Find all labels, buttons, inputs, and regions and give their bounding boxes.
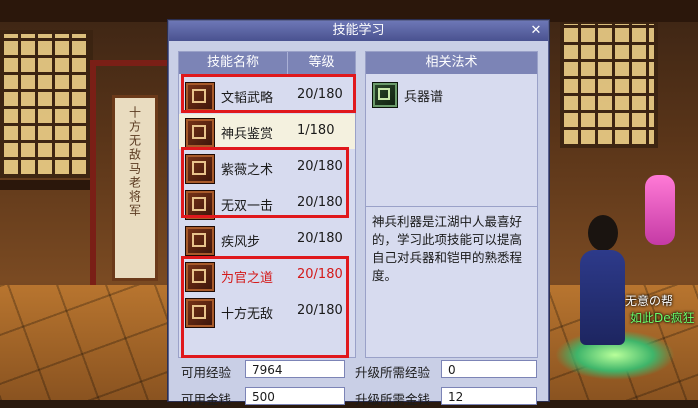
sign-text: 十方无敌马老将军 (127, 106, 142, 218)
npc-name-label-1: 无意の帮 (625, 294, 674, 308)
hanging-scroll-sign: 十方无敌马老将军 (112, 95, 158, 281)
dialog-titlebar[interactable]: 技能学习 ✕ (169, 21, 548, 41)
skill-row[interactable]: 神兵鉴赏 1/180 (179, 114, 355, 149)
available-exp-value: 7964 (245, 360, 345, 378)
player-character[interactable] (580, 250, 625, 345)
related-spell-name: 兵器谱 (404, 90, 444, 105)
ceiling-beam (0, 0, 698, 22)
column-header-skill-name: 技能名称 (179, 52, 288, 74)
skill-level: 20/180 (297, 231, 343, 246)
highlight-box (181, 74, 356, 113)
upgrade-money-label: 升级所需金钱 (355, 392, 431, 407)
wind-icon (185, 226, 215, 256)
npc-character-pink[interactable] (645, 175, 675, 245)
skill-name: 神兵鉴赏 (221, 127, 274, 142)
close-button[interactable]: ✕ (528, 23, 544, 39)
related-spells-panel: 相关法术 兵器谱 (365, 51, 538, 213)
npc-name-label-2: 如此De疯狂 (630, 311, 695, 325)
skill-row[interactable]: 疾风步 20/180 (179, 222, 355, 257)
wall-beam (0, 180, 90, 190)
skill-description-panel: 神兵利器是江湖中人最喜好的，学习此项技能可以提高自己对兵器和铠甲的熟悉程度。 (365, 206, 538, 358)
available-money-label: 可用金钱 (181, 392, 232, 407)
weapon-icon (185, 118, 215, 148)
dialog-title: 技能学习 (332, 23, 385, 38)
skill-level: 1/180 (297, 123, 335, 138)
upgrade-money-value: 12 (441, 387, 537, 405)
upgrade-exp-label: 升级所需经验 (355, 365, 431, 380)
related-spells-header: 相关法术 (366, 52, 537, 74)
column-header-level: 等级 (288, 52, 355, 74)
lattice-window-left (0, 30, 93, 178)
upgrade-exp-value: 0 (441, 360, 537, 378)
available-money-value: 500 (245, 387, 345, 405)
player-character-head (588, 215, 618, 251)
highlight-box (181, 147, 349, 218)
scroll-icon (372, 82, 398, 108)
available-exp-label: 可用经验 (181, 365, 232, 380)
skill-learning-dialog: 技能学习 ✕ 技能名称 等级 文韬武略 20/180 神兵鉴赏 1/180 紫薇… (168, 20, 549, 407)
highlight-box (181, 256, 349, 358)
lattice-window-right (560, 20, 658, 148)
skill-name: 疾风步 (221, 235, 261, 250)
skill-description: 神兵利器是江湖中人最喜好的，学习此项技能可以提高自己对兵器和铠甲的熟悉程度。 (372, 214, 523, 283)
